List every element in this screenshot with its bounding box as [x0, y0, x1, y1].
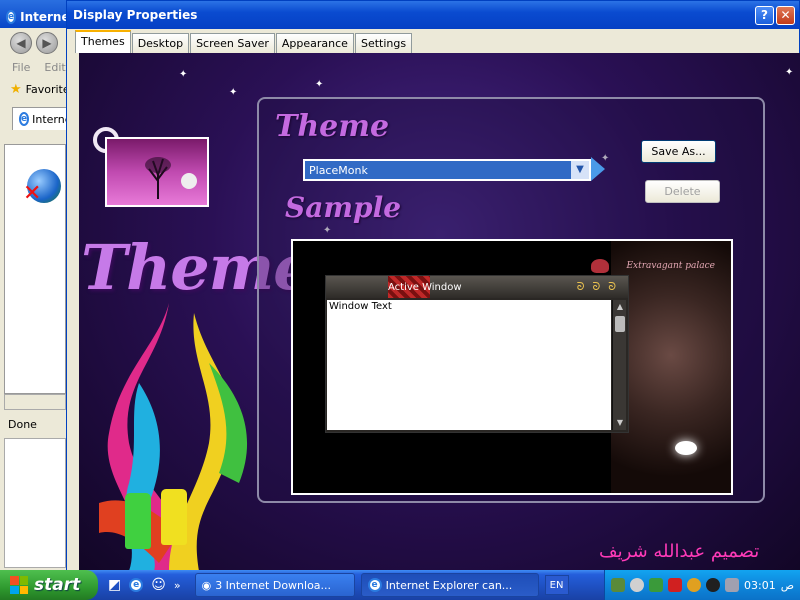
- ie-icon: e: [6, 10, 17, 24]
- scroll-down-icon: ▼: [616, 418, 624, 427]
- brand-logo-icon: [591, 259, 609, 273]
- help-button[interactable]: ?: [755, 5, 774, 25]
- taskbar: start ◩ e ☺ » ◉ 3 Internet Downloa... e …: [0, 570, 800, 600]
- moon-icon: [181, 173, 197, 189]
- ie-title: Internet Explorer: [20, 10, 69, 24]
- bottle-green: [125, 493, 151, 549]
- ie-horizontal-scrollbar[interactable]: [4, 394, 66, 410]
- theme-select[interactable]: PlaceMonk ▼: [303, 159, 591, 181]
- favorites-label[interactable]: Favorites: [26, 83, 69, 96]
- sparkle-icon: ✦: [229, 87, 238, 98]
- star-icon: ★: [10, 81, 22, 97]
- task-label: 3 Internet Downloa...: [215, 578, 332, 592]
- maximize-icon: ᘐ: [592, 280, 601, 293]
- preview-wallpaper-image: [611, 241, 731, 493]
- forward-icon[interactable]: ▶: [36, 32, 58, 54]
- tab-desktop[interactable]: Desktop: [131, 33, 190, 53]
- ie-task-icon: e: [367, 578, 382, 592]
- theme-label: Theme: [275, 109, 390, 144]
- sparkle-icon: ✦: [179, 69, 188, 80]
- sample-label: Sample: [285, 191, 402, 224]
- volume-icon[interactable]: [630, 578, 644, 592]
- candle-icon: [675, 441, 697, 455]
- ie-quicklaunch-icon[interactable]: e: [129, 578, 144, 592]
- start-button[interactable]: start: [0, 570, 98, 600]
- favorites-row: ★ Favorites: [0, 76, 69, 102]
- antivirus-icon[interactable]: [687, 578, 701, 592]
- preview-window-title-bar: Active Window ᘐ ᘐ ᘐ: [326, 276, 628, 298]
- media-icon[interactable]: [706, 578, 720, 592]
- preview-window-controls: ᘐ ᘐ ᘐ: [577, 280, 616, 294]
- system-tray: 03:01 ص: [604, 570, 800, 600]
- shield-icon[interactable]: [668, 578, 682, 592]
- dialog-title: Display Properties: [73, 8, 198, 22]
- preview-active-window: Active Window ᘐ ᘐ ᘐ Window Text ▲ ▼: [325, 275, 629, 433]
- language-indicator[interactable]: EN: [544, 575, 569, 595]
- close-icon: ᘐ: [608, 280, 616, 293]
- theme-select-value: PlaceMonk: [309, 163, 368, 177]
- preview-scrollbar: ▲ ▼: [612, 300, 626, 430]
- quicklaunch-more-icon[interactable]: »: [174, 579, 181, 592]
- ie-menu-bar: File Edit: [0, 58, 69, 76]
- themes-tab-panel: ✦ ✦ ✦ ✦ ✦ ✦ Themes Theme PlaceMonk ▼ Sav…: [79, 53, 800, 571]
- cursor-arrow-icon: [591, 157, 605, 181]
- ie-tab-row: e Internet Explorer: [0, 102, 69, 130]
- task-internet-downloads[interactable]: ◉ 3 Internet Downloa...: [194, 573, 355, 597]
- scroll-thumb: [615, 316, 625, 332]
- preview-window-title: Active Window: [388, 281, 462, 293]
- ie-nav-row: ◀ ▶: [0, 28, 69, 58]
- ie-tab-icon: e: [19, 112, 30, 126]
- display-properties-dialog: Display Properties ? ✕ Themes Desktop Sc…: [66, 0, 800, 572]
- device-icon[interactable]: [725, 578, 739, 592]
- tab-screen-saver[interactable]: Screen Saver: [190, 33, 275, 53]
- network-icon[interactable]: [611, 578, 625, 592]
- dialog-title-bar[interactable]: Display Properties ? ✕: [67, 1, 799, 29]
- windows-logo-icon: [10, 576, 28, 594]
- quick-launch: ◩ e ☺ »: [108, 577, 181, 593]
- save-as-button[interactable]: Save As...: [641, 140, 716, 163]
- chevron-down-icon[interactable]: ▼: [571, 161, 589, 179]
- preview-window-body: Window Text: [327, 300, 611, 430]
- back-icon[interactable]: ◀: [10, 32, 32, 54]
- update-icon[interactable]: [649, 578, 663, 592]
- delete-button[interactable]: Delete: [645, 180, 720, 203]
- clock[interactable]: 03:01: [744, 579, 776, 592]
- tab-themes[interactable]: Themes: [75, 30, 131, 53]
- background-ie-window[interactable]: e Internet Explorer ◀ ▶ File Edit ★ Favo…: [0, 0, 70, 570]
- close-button[interactable]: ✕: [776, 5, 795, 25]
- clock-ampm: ص: [780, 578, 795, 592]
- theme-preview: Extravagant palace Active Window ᘐ ᘐ ᘐ W…: [291, 239, 733, 495]
- start-label: start: [34, 575, 81, 595]
- menu-file[interactable]: File: [12, 61, 30, 74]
- ie-title-bar[interactable]: e Internet Explorer: [0, 0, 69, 28]
- download-icon: ◉: [201, 578, 212, 592]
- ie-status-text: Done: [8, 418, 37, 431]
- preview-window-text: Window Text: [329, 301, 392, 312]
- tab-settings[interactable]: Settings: [354, 33, 413, 53]
- preview-brand-text: Extravagant palace: [626, 261, 715, 271]
- menu-edit[interactable]: Edit: [44, 61, 65, 74]
- minimize-icon: ᘐ: [576, 280, 585, 293]
- ie-tab[interactable]: e Internet Explorer: [12, 107, 69, 130]
- dialog-tabs: Themes Desktop Screen Saver Appearance S…: [75, 30, 413, 53]
- messenger-icon[interactable]: ☺: [151, 577, 166, 593]
- show-desktop-icon[interactable]: ◩: [108, 577, 121, 593]
- ie-content-area: [4, 144, 66, 394]
- title-buttons: ? ✕: [755, 5, 799, 25]
- sparkle-icon: ✦: [785, 67, 794, 78]
- task-label: Internet Explorer can...: [385, 578, 513, 592]
- tab-appearance[interactable]: Appearance: [275, 33, 354, 53]
- globe-error-icon: [23, 169, 61, 206]
- sparkle-icon: ✦: [315, 79, 324, 90]
- ie-lower-pane: [4, 438, 66, 568]
- theme-thumbnail-image: [105, 137, 209, 207]
- bottle-yellow: [161, 489, 187, 545]
- task-internet-explorer[interactable]: e Internet Explorer can...: [360, 573, 539, 597]
- designer-credit: تصميم عبدالله شريف: [599, 541, 760, 562]
- tree-icon: [145, 157, 171, 199]
- scroll-up-icon: ▲: [616, 302, 624, 311]
- ie-tab-label: Internet Explorer: [32, 112, 68, 126]
